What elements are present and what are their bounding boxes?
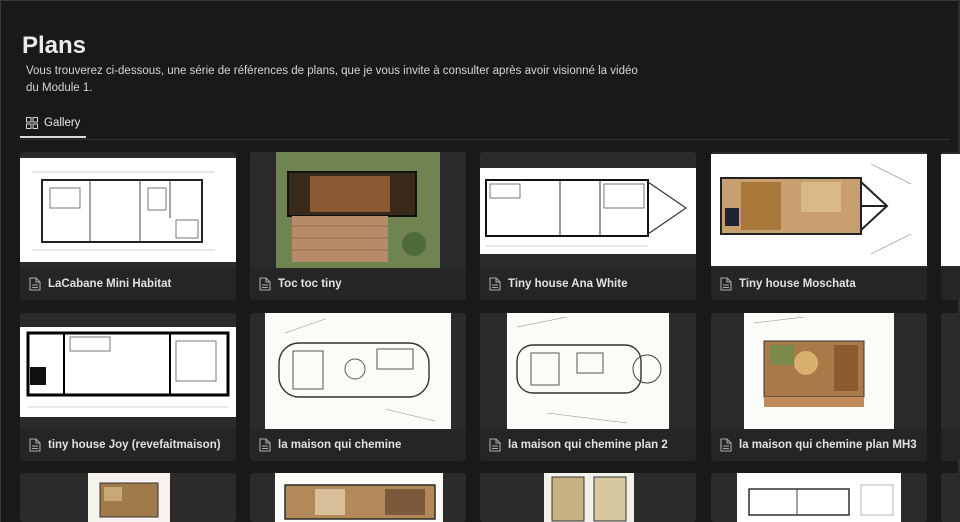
sketch-plan-image xyxy=(507,313,669,429)
card-thumbnail xyxy=(480,313,696,429)
tab-gallery[interactable]: Gallery xyxy=(20,114,87,138)
gallery-card[interactable]: LaCabane Mini Habitat xyxy=(20,152,236,300)
card-thumbnail xyxy=(941,152,960,268)
floor-plan-image xyxy=(480,168,696,254)
page-icon xyxy=(489,277,501,291)
rendered-plan-image xyxy=(276,152,440,268)
floor-plan-image xyxy=(20,327,236,417)
page-icon xyxy=(489,438,501,452)
gallery-grid-icon xyxy=(26,117,38,129)
card-thumbnail xyxy=(711,152,927,268)
view-tabs: Gallery xyxy=(20,114,87,138)
card-title: Tiny house Moschata xyxy=(739,278,856,290)
card-thumbnail xyxy=(941,313,960,429)
plan-image xyxy=(88,473,170,522)
page-icon xyxy=(29,438,41,452)
sketch-plan-image xyxy=(265,313,451,429)
colored-sketch-plan-image xyxy=(744,313,894,429)
card-thumbnail xyxy=(20,473,236,522)
card-title: Tiny house Ana White xyxy=(508,278,628,290)
gallery-card[interactable] xyxy=(711,473,927,522)
floor-plan-image xyxy=(20,158,236,262)
card-thumbnail xyxy=(250,313,466,429)
plan-image xyxy=(737,473,901,522)
page-icon xyxy=(720,277,732,291)
page-icon xyxy=(259,438,271,452)
gallery-card[interactable] xyxy=(20,473,236,522)
card-thumbnail xyxy=(941,473,960,522)
card-title: la maison qui chemine xyxy=(278,439,402,451)
card-thumbnail xyxy=(480,152,696,268)
tab-gallery-label: Gallery xyxy=(44,117,81,129)
page-title: Plans xyxy=(22,32,87,59)
page-icon xyxy=(29,277,41,291)
gallery-card-partial[interactable] xyxy=(941,473,960,522)
gallery-card[interactable]: la maison qui chemine plan MH3 xyxy=(711,313,927,461)
gallery-card[interactable]: Tiny house Moschata xyxy=(711,152,927,300)
gallery-card-partial[interactable] xyxy=(941,152,960,300)
gallery-card[interactable]: la maison qui chemine xyxy=(250,313,466,461)
card-title: la maison qui chemine plan 2 xyxy=(508,439,668,451)
tabs-divider xyxy=(20,139,950,140)
card-title: la maison qui chemine plan MH3 xyxy=(739,439,917,451)
card-title: Toc toc tiny xyxy=(278,278,342,290)
page-icon xyxy=(720,438,732,452)
gallery-card[interactable] xyxy=(250,473,466,522)
plan-image xyxy=(544,473,634,522)
card-thumbnail xyxy=(20,152,236,268)
card-thumbnail xyxy=(711,473,927,522)
gallery-card[interactable] xyxy=(480,473,696,522)
card-thumbnail xyxy=(480,473,696,522)
gallery-card[interactable]: tiny house Joy (revefaitmaison) xyxy=(20,313,236,461)
gallery-card[interactable]: la maison qui chemine plan 2 xyxy=(480,313,696,461)
card-thumbnail xyxy=(20,313,236,429)
gallery-card-partial[interactable] xyxy=(941,313,960,461)
card-title: LaCabane Mini Habitat xyxy=(48,278,172,290)
card-title: tiny house Joy (revefaitmaison) xyxy=(48,439,221,451)
page-description: Vous trouverez ci-dessous, une série de … xyxy=(26,65,638,94)
card-thumbnail xyxy=(250,473,466,522)
page-icon xyxy=(259,277,271,291)
gallery-card[interactable]: Tiny house Ana White xyxy=(480,152,696,300)
plan-image xyxy=(275,473,443,522)
colored-plan-image xyxy=(711,154,927,266)
card-thumbnail xyxy=(250,152,466,268)
card-thumbnail xyxy=(711,313,927,429)
gallery-card[interactable]: Toc toc tiny xyxy=(250,152,466,300)
